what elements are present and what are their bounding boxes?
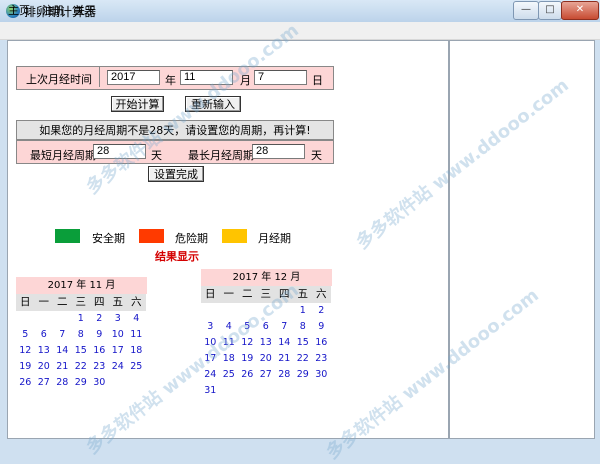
weekday-label: 三	[71, 294, 90, 311]
calendar-header: 2017 年 12 月	[201, 269, 332, 286]
apply-settings-button[interactable]: 设置完成	[148, 166, 204, 182]
weekday-label: 六	[127, 294, 146, 311]
day-cell[interactable]: 11	[127, 327, 146, 343]
day-unit: 日	[312, 74, 323, 87]
result-title: 结果显示	[155, 250, 199, 263]
day-cell[interactable]: 27	[35, 375, 54, 391]
day-cell[interactable]: 24	[109, 359, 128, 375]
day-cell[interactable]: 25	[220, 367, 239, 383]
day-cell[interactable]: 9	[90, 327, 109, 343]
shortest-cycle-label: 最短月经周期	[30, 149, 96, 162]
day-cell[interactable]: 22	[72, 359, 91, 375]
day-cell[interactable]: 26	[16, 375, 35, 391]
longest-cycle-input[interactable]	[252, 144, 305, 159]
day-cell[interactable]: 16	[312, 335, 331, 351]
day-cell[interactable]: 6	[35, 327, 54, 343]
day-cell[interactable]: 2	[312, 303, 331, 319]
calculate-button[interactable]: 开始计算	[111, 96, 164, 112]
empty-day-cell	[201, 303, 220, 319]
day-cell[interactable]: 25	[127, 359, 146, 375]
day-cell[interactable]: 13	[257, 335, 276, 351]
legend-danger-label: 危险期	[175, 232, 208, 245]
weekday-label: 一	[219, 286, 238, 303]
year-unit: 年	[165, 74, 176, 87]
day-cell[interactable]: 22	[294, 351, 313, 367]
day-cell[interactable]: 30	[90, 375, 109, 391]
calendar-header: 2017 年 11 月	[16, 277, 147, 294]
last-period-label: 上次月经时间	[26, 73, 92, 86]
day-cell[interactable]: 9	[312, 319, 331, 335]
day-cell[interactable]: 27	[257, 367, 276, 383]
year-input[interactable]	[107, 70, 160, 85]
day-cell[interactable]: 1	[294, 303, 313, 319]
safe-period-swatch	[55, 229, 80, 243]
menu-register[interactable]: 注册	[42, 2, 64, 18]
day-cell[interactable]: 15	[294, 335, 313, 351]
weekday-label: 日	[16, 294, 35, 311]
day-cell[interactable]: 19	[16, 359, 35, 375]
maximize-button[interactable]: □	[538, 1, 562, 20]
weekday-label: 二	[238, 286, 257, 303]
empty-day-cell	[35, 311, 54, 327]
day-cell[interactable]: 26	[238, 367, 257, 383]
day-cell[interactable]: 12	[16, 343, 35, 359]
day-cell[interactable]: 29	[294, 367, 313, 383]
day-cell[interactable]: 13	[35, 343, 54, 359]
legend-safe-label: 安全期	[92, 232, 125, 245]
day-cell[interactable]: 14	[53, 343, 72, 359]
weekday-label: 二	[53, 294, 72, 311]
menu-home[interactable]: 主页	[8, 2, 30, 18]
danger-period-swatch	[139, 229, 164, 243]
day-cell[interactable]: 8	[72, 327, 91, 343]
day-grid: 1 2 3 4 5 6 7 8 9 10 11 12 13 14 15 16 17 18 19 20 21 22 23 24 2…	[16, 311, 147, 391]
day-cell[interactable]: 30	[312, 367, 331, 383]
day-cell[interactable]: 28	[53, 375, 72, 391]
day-cell[interactable]: 20	[35, 359, 54, 375]
day-cell[interactable]: 23	[90, 359, 109, 375]
calendar-november: 2017 年 11 月 日一二三四五六 1 2 3 4 5 6 7 8 9 10 11 12 13 14 1…	[16, 277, 147, 391]
menstrual-period-swatch	[222, 229, 247, 243]
day-cell[interactable]: 4	[127, 311, 146, 327]
menu-about[interactable]: 关于	[74, 2, 96, 18]
day-cell[interactable]: 21	[275, 351, 294, 367]
day-cell[interactable]: 5	[16, 327, 35, 343]
day-cell[interactable]: 17	[109, 343, 128, 359]
legend-menstrual-label: 月经期	[258, 232, 291, 245]
day-input[interactable]	[254, 70, 307, 85]
day-cell[interactable]: 3	[109, 311, 128, 327]
day-cell[interactable]: 10	[109, 327, 128, 343]
weekday-label: 四	[90, 294, 109, 311]
day-cell[interactable]: 23	[312, 351, 331, 367]
day-cell[interactable]: 16	[90, 343, 109, 359]
close-button[interactable]: ✕	[561, 1, 599, 20]
longest-cycle-unit: 天	[311, 149, 322, 162]
day-cell[interactable]: 2	[90, 311, 109, 327]
weekday-label: 六	[312, 286, 331, 303]
weekday-row: 日一二三四五六	[16, 294, 147, 311]
day-cell[interactable]: 28	[275, 367, 294, 383]
day-cell[interactable]: 1	[72, 311, 91, 327]
empty-day-cell	[53, 311, 72, 327]
day-cell[interactable]: 18	[127, 343, 146, 359]
day-cell[interactable]: 21	[53, 359, 72, 375]
weekday-label: 一	[34, 294, 53, 311]
weekday-label: 日	[201, 286, 220, 303]
day-cell[interactable]: 31	[201, 383, 220, 399]
minimize-button[interactable]: —	[513, 1, 539, 20]
day-cell[interactable]: 7	[275, 319, 294, 335]
day-cell[interactable]: 20	[257, 351, 276, 367]
weekday-label: 五	[108, 294, 127, 311]
day-cell[interactable]: 8	[294, 319, 313, 335]
day-cell[interactable]: 7	[53, 327, 72, 343]
empty-day-cell	[16, 311, 35, 327]
longest-cycle-label: 最长月经周期	[188, 149, 254, 162]
day-cell[interactable]: 19	[238, 351, 257, 367]
day-cell[interactable]: 15	[72, 343, 91, 359]
day-cell[interactable]: 14	[275, 335, 294, 351]
day-cell[interactable]: 29	[72, 375, 91, 391]
